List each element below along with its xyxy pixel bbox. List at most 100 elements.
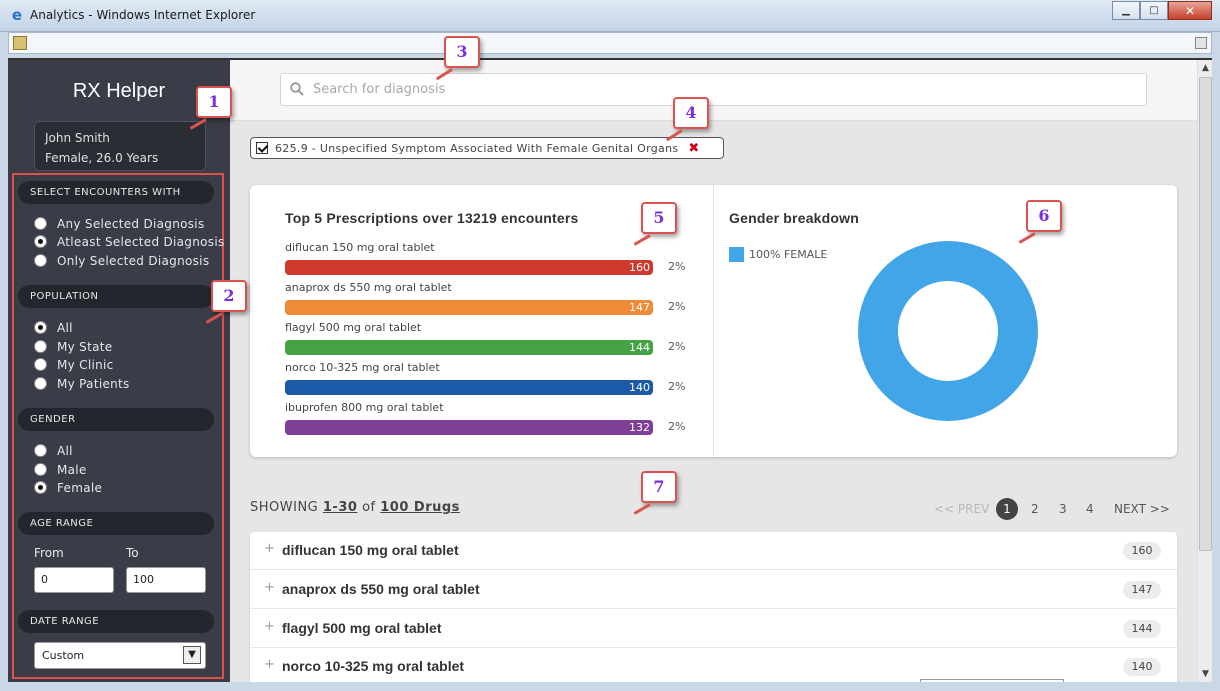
prescription-count: 160 xyxy=(629,261,650,274)
radio-button[interactable] xyxy=(34,254,47,267)
drug-row[interactable]: + flagyl 500 mg oral tablet 144 xyxy=(250,610,1177,648)
page-3-button[interactable]: 3 xyxy=(1059,498,1067,520)
radio-button[interactable] xyxy=(34,358,47,371)
prescription-count: 140 xyxy=(629,381,650,394)
prescription-bar: 140 xyxy=(285,380,653,395)
drug-name: flagyl 500 mg oral tablet xyxy=(282,620,442,636)
radio-population-all[interactable]: All xyxy=(34,318,73,337)
radio-population-patients[interactable]: My Patients xyxy=(34,374,130,393)
gender-breakdown-title: Gender breakdown xyxy=(729,210,860,226)
drug-row[interactable]: + norco 10-325 mg oral tablet 140 xyxy=(250,648,1177,682)
radio-button-selected[interactable] xyxy=(34,321,47,334)
search-box[interactable]: Search for diagnosis xyxy=(280,73,1147,106)
radio-button-selected[interactable] xyxy=(34,235,47,248)
expand-icon[interactable]: + xyxy=(264,619,275,634)
radio-population-state[interactable]: My State xyxy=(34,337,112,356)
user-card: John Smith Female, 26.0 Years xyxy=(34,121,206,171)
radio-population-clinic[interactable]: My Clinic xyxy=(34,355,114,374)
prescription-name: ibuprofen 800 mg oral tablet xyxy=(285,401,444,414)
expand-icon[interactable]: + xyxy=(264,541,275,556)
radio-button[interactable] xyxy=(34,217,47,230)
prescription-bar: 147 xyxy=(285,300,653,315)
tooltip-edge xyxy=(920,679,1064,682)
prescription-name: flagyl 500 mg oral tablet xyxy=(285,321,422,334)
radio-gender-female[interactable]: Female xyxy=(34,478,102,497)
minimize-button[interactable]: ▁ xyxy=(1112,1,1140,20)
user-name: John Smith xyxy=(45,131,110,145)
diagnosis-chip[interactable]: 625.9 - Unspecified Symptom Associated W… xyxy=(250,137,724,159)
callout-5: 5 xyxy=(641,202,677,234)
population-header: POPULATION xyxy=(18,285,214,308)
prescription-percent: 2% xyxy=(668,420,686,433)
radio-button-selected[interactable] xyxy=(34,481,47,494)
diagnosis-label: 625.9 - Unspecified Symptom Associated W… xyxy=(275,141,679,155)
pagination-row: SHOWING 1-30 of 100 Drugs << PREV 1 2 3 … xyxy=(250,498,1177,520)
maximize-button[interactable]: □ xyxy=(1140,1,1168,20)
prev-page-button[interactable]: << PREV xyxy=(934,498,989,520)
donut-slice-female xyxy=(858,241,1038,421)
radio-button[interactable] xyxy=(34,377,47,390)
date-range-header: DATE RANGE xyxy=(18,610,214,633)
drug-row[interactable]: + diflucan 150 mg oral tablet 160 xyxy=(250,532,1177,570)
callout-1: 1 xyxy=(196,86,232,118)
legend-label-female: 100% FEMALE xyxy=(749,248,828,261)
user-details: Female, 26.0 Years xyxy=(45,151,159,165)
drug-count-badge: 147 xyxy=(1123,581,1161,599)
page-4-button[interactable]: 4 xyxy=(1086,498,1094,520)
radio-encounters-atleast[interactable]: Atleast Selected Diagnosis xyxy=(34,232,225,251)
age-from-input[interactable]: 0 xyxy=(34,567,114,593)
prescription-count: 132 xyxy=(629,421,650,434)
radio-gender-male[interactable]: Male xyxy=(34,460,87,479)
drug-count-badge: 140 xyxy=(1123,658,1161,676)
card-divider xyxy=(713,185,714,457)
showing-range[interactable]: 1-30 xyxy=(323,500,358,515)
callout-7: 7 xyxy=(641,471,677,503)
callout-2: 2 xyxy=(211,280,247,312)
drug-name: norco 10-325 mg oral tablet xyxy=(282,658,465,674)
showing-summary: SHOWING 1-30 of 100 Drugs xyxy=(250,500,460,515)
radio-encounters-any[interactable]: Any Selected Diagnosis xyxy=(34,214,205,233)
prescription-percent: 2% xyxy=(668,260,686,273)
page-2-button[interactable]: 2 xyxy=(1031,498,1039,520)
address-bar[interactable] xyxy=(8,32,1212,54)
date-range-select[interactable]: Custom ▼ xyxy=(34,642,206,669)
window-title: Analytics - Windows Internet Explorer xyxy=(30,8,256,22)
drug-name: anaprox ds 550 mg oral tablet xyxy=(282,581,480,597)
prescription-count: 144 xyxy=(629,341,650,354)
scrollbar-thumb[interactable] xyxy=(1199,77,1212,551)
prescription-bar: 144 xyxy=(285,340,653,355)
chevron-down-icon[interactable]: ▼ xyxy=(183,646,201,664)
drug-row[interactable]: + anaprox ds 550 mg oral tablet 147 xyxy=(250,571,1177,609)
prescription-percent: 2% xyxy=(668,380,686,393)
sidebar: RX Helper John Smith Female, 26.0 Years … xyxy=(8,60,230,682)
search-area: Search for diagnosis xyxy=(230,60,1197,121)
radio-gender-all[interactable]: All xyxy=(34,441,73,460)
scroll-down-icon[interactable]: ▼ xyxy=(1198,666,1212,682)
radio-button[interactable] xyxy=(34,463,47,476)
window-controls: ▁ □ ✕ xyxy=(1112,1,1212,20)
search-icon xyxy=(290,82,304,96)
page-1-button[interactable]: 1 xyxy=(996,498,1018,520)
gender-header: GENDER xyxy=(18,408,214,431)
compatibility-view-icon[interactable] xyxy=(1195,37,1207,49)
scroll-up-icon[interactable]: ▲ xyxy=(1198,60,1212,76)
age-from-label: From xyxy=(34,546,64,560)
drug-count-badge: 160 xyxy=(1123,542,1161,560)
remove-icon[interactable]: ✖ xyxy=(688,141,699,156)
age-to-input[interactable]: 100 xyxy=(126,567,206,593)
minimize-icon: ▁ xyxy=(1122,5,1130,16)
vertical-scrollbar[interactable]: ▲ ▼ xyxy=(1197,60,1212,682)
radio-button[interactable] xyxy=(34,444,47,457)
next-page-button[interactable]: NEXT >> xyxy=(1114,498,1170,520)
diagnosis-checkbox[interactable] xyxy=(256,142,268,154)
radio-encounters-only[interactable]: Only Selected Diagnosis xyxy=(34,251,209,270)
prescription-bar: 132 xyxy=(285,420,653,435)
callout-3: 3 xyxy=(444,36,480,68)
radio-button[interactable] xyxy=(34,340,47,353)
prescription-bar: 160 xyxy=(285,260,653,275)
expand-icon[interactable]: + xyxy=(264,657,275,672)
showing-total[interactable]: 100 Drugs xyxy=(380,500,460,515)
close-window-button[interactable]: ✕ xyxy=(1168,1,1212,20)
page-viewport: RX Helper John Smith Female, 26.0 Years … xyxy=(8,60,1212,682)
expand-icon[interactable]: + xyxy=(264,580,275,595)
